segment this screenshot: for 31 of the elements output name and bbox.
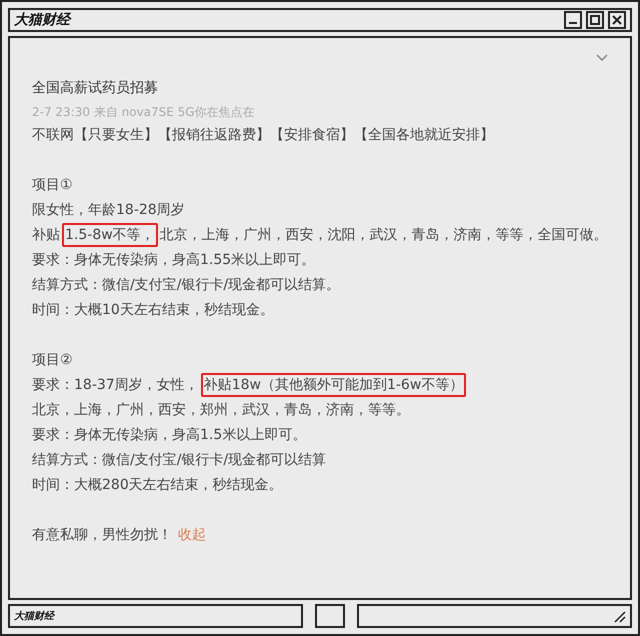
status-label: 大猫财经 [14,610,54,624]
close-button[interactable] [608,11,626,29]
window-title: 大猫财经 [14,10,70,30]
post-text: 结算方式：微信/支付宝/银行卡/现金都可以结算。 [32,277,340,293]
post-title: 全国高薪试药员招募 [32,79,159,98]
post-text: 北京，上海，广州，西安，郑州，武汉，青岛，济南，等等。 [32,402,410,418]
highlighted-text: 1.5-8w不等， [62,223,158,247]
post-text: 时间：大概280天左右结束，秒结现金。 [32,477,283,493]
highlighted-text: 补贴18w（其他额外可能加到1-6w不等） [200,373,466,397]
post-text: 时间：大概10天左右结束，秒结现金。 [32,302,274,318]
post-meta: 2-7 23:30 来自 nova7SE 5G你在焦点在 [32,104,256,121]
post-text: 要求：18-37周岁，女性， [32,377,199,393]
collapse-link[interactable]: 收起 [178,527,206,543]
maximize-button[interactable] [586,11,604,29]
minimize-button[interactable] [564,11,582,29]
resize-grip-icon[interactable] [612,609,626,623]
section-heading: 项目② [32,351,74,370]
post-text: 补贴 [32,227,60,243]
post-text: 要求：身体无传染病，身高1.5米以上即可。 [32,427,306,443]
section-heading: 项目① [32,176,74,195]
closing-text: 有意私聊，男性勿扰！ [32,527,172,543]
post-text: 要求：身体无传染病，身高1.55米以上即可。 [32,252,316,268]
maximize-icon [590,15,600,25]
post-tags: 不联网【只要女生】【报销往返路费】【安排食宿】【全国各地就近安排】 [32,123,610,148]
post-text: 北京，上海，广州，西安，沈阳，武汉，青岛，济南，等等，全国可做。 [160,227,608,243]
status-pane [315,604,345,628]
post-text: 限女性，年龄18-28周岁 [32,202,185,218]
minimize-icon [569,22,577,24]
post-text: 结算方式：微信/支付宝/银行卡/现金都可以结算 [32,452,326,468]
chevron-down-icon[interactable] [596,54,608,62]
close-icon [612,15,622,25]
